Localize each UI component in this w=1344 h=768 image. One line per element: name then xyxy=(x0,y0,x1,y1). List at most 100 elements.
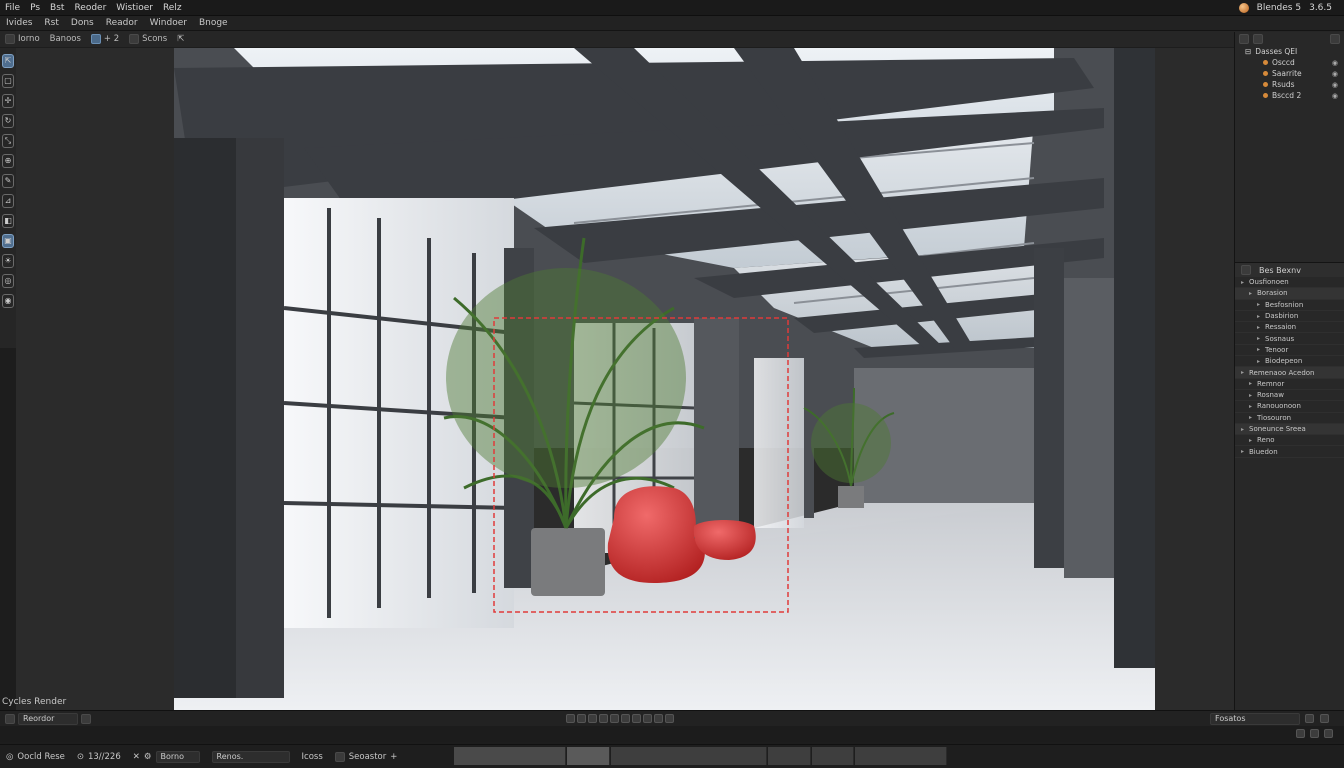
editor-menu-item[interactable]: Windoer xyxy=(144,18,193,28)
camera-icon[interactable]: ▣ xyxy=(2,234,14,248)
viewport-header-item[interactable]: + 2 xyxy=(86,34,124,44)
expand-arrow-icon[interactable]: ▸ xyxy=(1257,335,1263,342)
marker-icon[interactable] xyxy=(654,714,663,723)
status-label4[interactable]: Seoastor + xyxy=(329,751,404,762)
timeline-segment[interactable] xyxy=(768,747,811,765)
play-icon[interactable] xyxy=(599,714,608,723)
next-keyframe-icon[interactable] xyxy=(610,714,619,723)
expand-arrow-icon[interactable]: ▸ xyxy=(1249,403,1255,410)
property-row[interactable]: ▸ Ousfionoen xyxy=(1235,277,1344,289)
status-field2[interactable]: Renos. xyxy=(206,750,296,763)
filter-icon[interactable] xyxy=(1253,34,1263,44)
frame-icon[interactable] xyxy=(1324,729,1333,738)
editor-menu-item[interactable]: Reador xyxy=(100,18,144,28)
timeline-segment[interactable] xyxy=(855,747,947,765)
expand-arrow-icon[interactable]: ▸ xyxy=(1257,301,1263,308)
transform-icon[interactable]: ⊕ xyxy=(2,154,14,168)
play-reverse-icon[interactable] xyxy=(588,714,597,723)
cursor-icon[interactable]: ⇱ xyxy=(172,34,189,44)
expand-arrow-icon[interactable]: ▸ xyxy=(1241,369,1247,376)
property-row[interactable]: ▸ Soneunce Sreea xyxy=(1235,423,1344,436)
properties-editor-icon[interactable] xyxy=(1241,265,1251,275)
visibility-icon[interactable]: ◉ xyxy=(1332,59,1338,67)
scale-icon[interactable]: ⤡ xyxy=(2,134,14,148)
timeline-segment[interactable] xyxy=(812,747,854,765)
annotate-icon[interactable]: ✎ xyxy=(2,174,14,188)
timeline-segment-active[interactable] xyxy=(567,747,610,765)
expand-arrow-icon[interactable]: ▸ xyxy=(1249,392,1255,399)
sync-icon[interactable] xyxy=(665,714,674,723)
jump-end-icon[interactable] xyxy=(621,714,630,723)
viewport-header-item[interactable]: Iorno xyxy=(0,34,45,44)
expand-arrow-icon[interactable]: ▸ xyxy=(1257,313,1263,320)
editor-menu-item[interactable]: Dons xyxy=(65,18,100,28)
viewport-header-item[interactable]: Scons xyxy=(124,34,172,44)
expand-arrow-icon[interactable]: ▸ xyxy=(1241,426,1247,433)
timeline-editor[interactable]: Reordor xyxy=(0,712,96,725)
status-mode[interactable]: ◎ Oocld Rese xyxy=(0,752,71,762)
property-row[interactable]: ▸ Remnor xyxy=(1235,379,1344,390)
visibility-icon[interactable]: ◉ xyxy=(1332,92,1338,100)
menu-render[interactable]: Reoder xyxy=(69,3,111,13)
dropdown-icon[interactable] xyxy=(81,713,91,724)
property-row[interactable]: ▸ Dasbirion xyxy=(1235,311,1344,323)
add-cube-icon[interactable]: ◧ xyxy=(2,214,14,228)
status-field1-value[interactable]: Borno xyxy=(155,750,200,763)
select-cursor-icon[interactable]: ⇱ xyxy=(2,54,14,68)
expand-arrow-icon[interactable]: ▸ xyxy=(1241,448,1247,455)
menu-window[interactable]: Wistioer xyxy=(111,3,158,13)
expand-arrow-icon[interactable]: ▸ xyxy=(1249,380,1255,387)
menu-edit[interactable]: Ps xyxy=(25,3,45,13)
property-row[interactable]: ▸ Borasion xyxy=(1235,288,1344,300)
select-box-icon[interactable]: ▢ xyxy=(2,74,14,88)
expand-arrow-icon[interactable]: ▸ xyxy=(1249,437,1255,444)
collapse-icon[interactable] xyxy=(1330,34,1340,44)
editor-menu-item[interactable]: Rst xyxy=(38,18,64,28)
timeline-track[interactable] xyxy=(0,726,1344,742)
property-row[interactable]: ▸ Tenoor xyxy=(1235,345,1344,357)
timeline-playback-field[interactable]: Reordor xyxy=(18,712,78,725)
close-icon[interactable] xyxy=(1320,714,1329,723)
expand-arrow-icon[interactable]: ▸ xyxy=(1257,358,1263,365)
timeline-segment[interactable] xyxy=(454,747,566,765)
status-frame[interactable]: ⊙ 13//226 xyxy=(71,752,127,762)
move-icon[interactable]: ✢ xyxy=(2,94,14,108)
auto-key-icon[interactable] xyxy=(643,714,652,723)
property-row[interactable]: ▸ Rosnaw xyxy=(1235,390,1344,402)
outliner-scene-row[interactable]: ⊟ Dasses QEI xyxy=(1235,46,1344,57)
world-icon[interactable]: ◎ xyxy=(2,274,14,288)
property-row[interactable]: ▸ Besfosnion xyxy=(1235,300,1344,311)
menu-help[interactable]: Relz xyxy=(158,3,187,13)
expand-arrow-icon[interactable]: ▸ xyxy=(1249,414,1255,421)
outliner-editor-icon[interactable] xyxy=(1239,34,1249,44)
status-field1[interactable]: ✕ ⚙ Borno xyxy=(127,750,206,763)
timeline-right-field[interactable]: Fosatos xyxy=(1210,712,1300,725)
property-row[interactable]: ▸ Reno xyxy=(1235,435,1344,447)
visibility-icon[interactable]: ◉ xyxy=(1332,81,1338,89)
rendered-image[interactable] xyxy=(174,48,1155,710)
visibility-icon[interactable]: ◉ xyxy=(1332,70,1338,78)
viewport-header-item[interactable]: Banoos xyxy=(45,34,86,44)
jump-start-icon[interactable] xyxy=(566,714,575,723)
expand-arrow-icon[interactable]: ▸ xyxy=(1241,279,1247,286)
expand-arrow-icon[interactable]: ▸ xyxy=(1249,290,1255,297)
settings-icon[interactable] xyxy=(1305,714,1314,723)
prev-keyframe-icon[interactable] xyxy=(577,714,586,723)
expand-arrow-icon[interactable]: ▸ xyxy=(1257,346,1263,353)
outliner-row[interactable]: Saarrite ◉ xyxy=(1235,68,1344,79)
status-label3[interactable]: Icoss xyxy=(296,752,329,762)
keying-icon[interactable] xyxy=(632,714,641,723)
measure-icon[interactable]: ⊿ xyxy=(2,194,14,208)
property-row[interactable]: ▸ Remenaoo Acedon xyxy=(1235,367,1344,379)
render-icon[interactable]: ◉ xyxy=(2,294,14,308)
status-field2-value[interactable]: Renos. xyxy=(211,750,290,763)
outliner-row[interactable]: Rsuds ◉ xyxy=(1235,79,1344,90)
frame-icon[interactable] xyxy=(1296,729,1305,738)
editor-menu-item[interactable]: Bnoge xyxy=(193,18,234,28)
menu-view[interactable]: Bst xyxy=(45,3,69,13)
rotate-icon[interactable]: ↻ xyxy=(2,114,14,128)
menu-file[interactable]: File xyxy=(0,3,25,13)
property-row[interactable]: ▸ Sosnaus xyxy=(1235,333,1344,345)
property-row[interactable]: ▸ Tiosouron xyxy=(1235,413,1344,424)
light-icon[interactable]: ☀ xyxy=(2,254,14,268)
